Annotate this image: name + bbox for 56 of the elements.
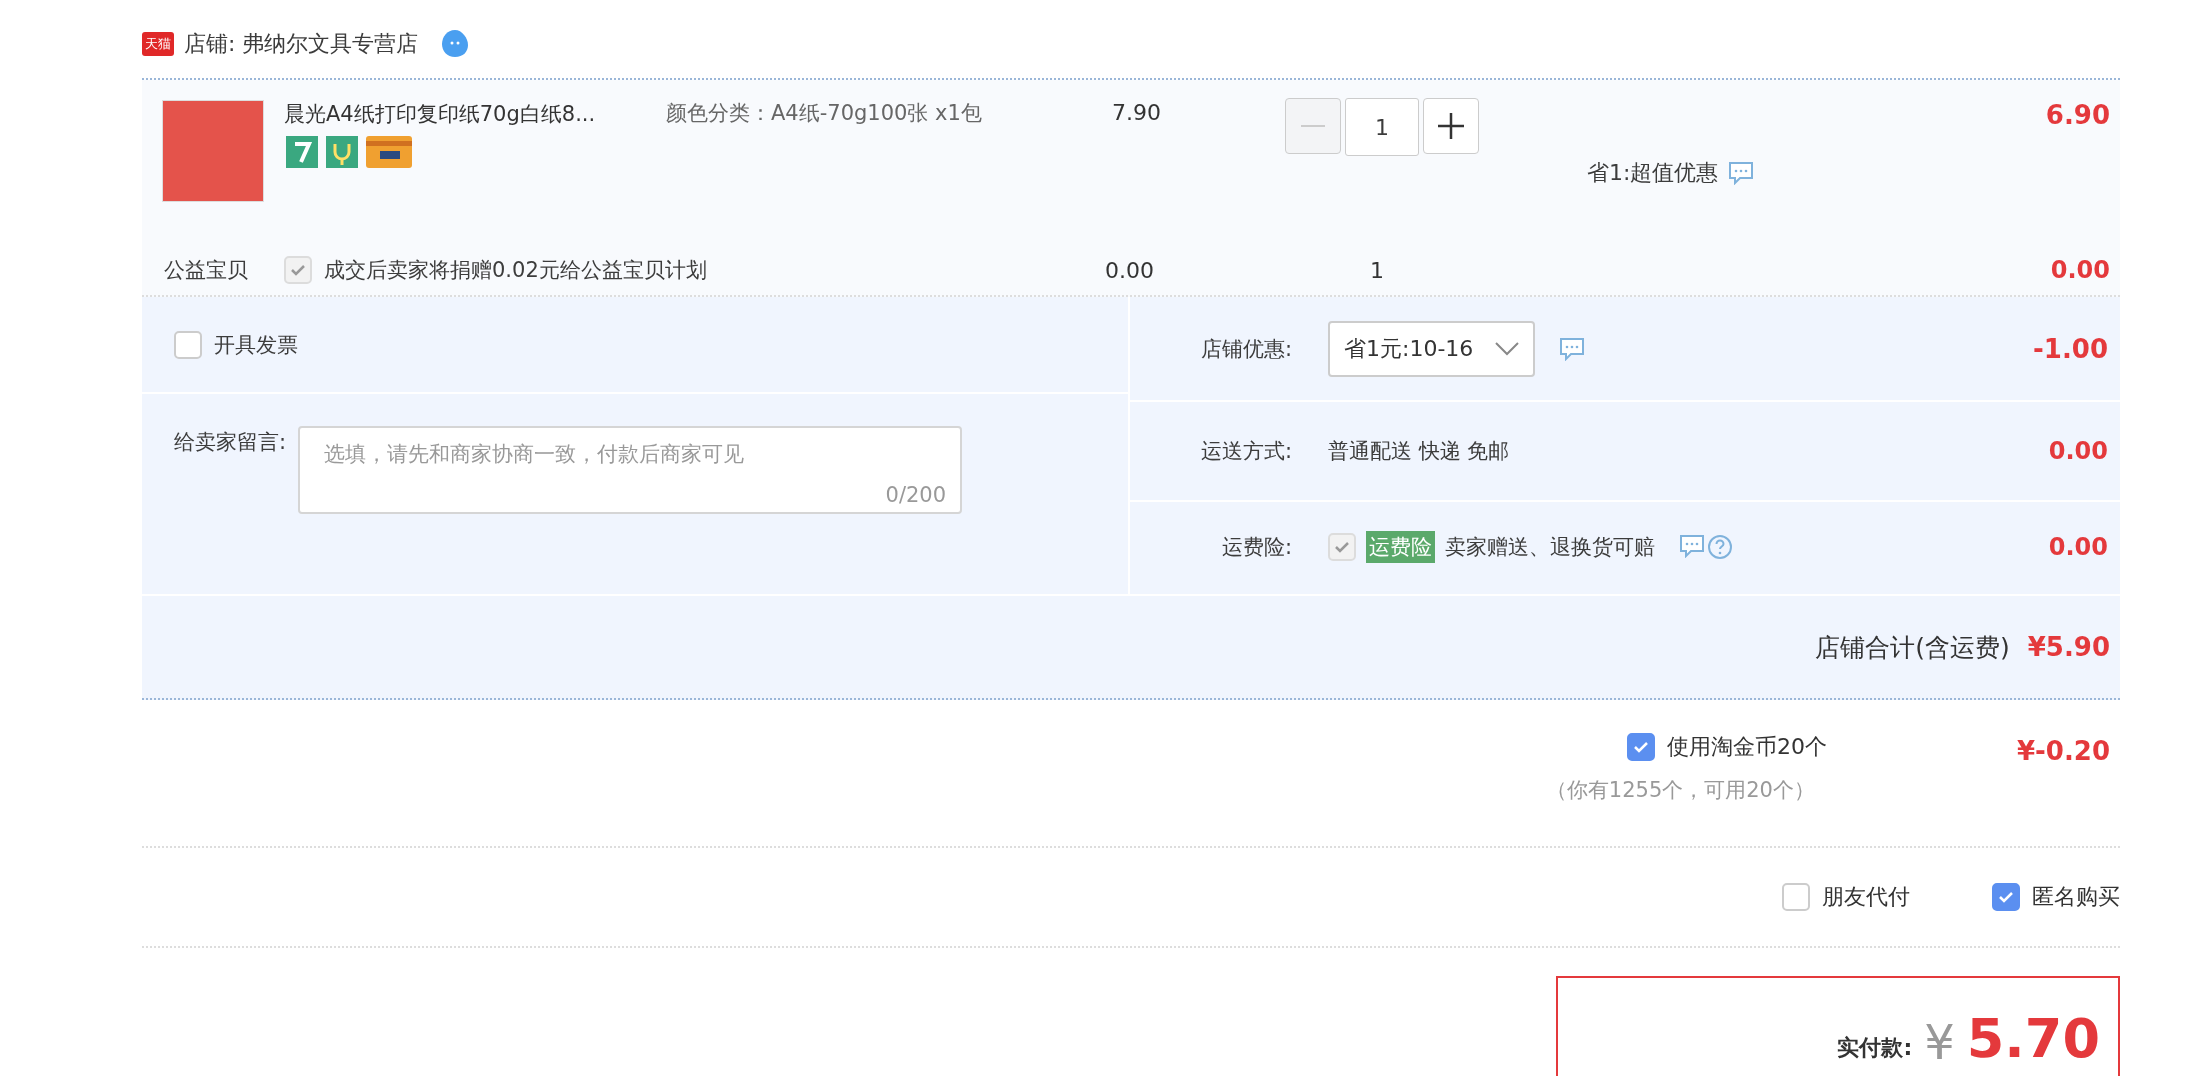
plus-icon <box>1438 113 1464 139</box>
shop-total-label: 店铺合计(含运费) <box>1815 631 2010 664</box>
shipping-amount: 0.00 <box>2048 437 2108 465</box>
payment-amount: 5.70 <box>1966 1010 2100 1068</box>
discount-amount: -1.00 <box>2033 333 2108 364</box>
item-subtotal: 6.90 <box>2045 100 2110 132</box>
currency-symbol: ¥ <box>1924 1016 1955 1068</box>
insurance-label: 运费险: <box>1220 534 1292 561</box>
checkbox[interactable] <box>1626 733 1655 761</box>
insurance-text: 卖家赠送、退换货可赔 <box>1445 534 1655 561</box>
message-label: 给卖家留言: <box>174 429 287 456</box>
shipping-label: 运送方式: <box>1199 438 1292 465</box>
option-label[interactable]: 匿名购买 <box>2032 882 2120 912</box>
charity-subtotal: 0.00 <box>2050 256 2110 284</box>
product-title[interactable]: 晨光A4纸打印复印纸70g白纸8... <box>284 100 596 128</box>
shop-total-amount: ¥5.90 <box>2027 632 2110 662</box>
increase-button[interactable] <box>1423 98 1479 154</box>
help-icon[interactable] <box>1707 534 1733 560</box>
unit-price: 7.90 <box>1112 100 1162 125</box>
chat-icon[interactable] <box>1559 336 1586 361</box>
charity-text: 成交后卖家将捐赠0.02元给公益宝贝计划 <box>324 258 707 282</box>
payment-label: 实付款: <box>1837 1034 1913 1062</box>
checkbox[interactable] <box>1992 883 2020 911</box>
chat-icon[interactable] <box>1679 534 1705 558</box>
minus-icon <box>1301 124 1325 128</box>
sku-text: 颜色分类：A4纸-70g100张 x1包 <box>666 100 983 127</box>
option-label[interactable]: 朋友代付 <box>1822 882 1910 912</box>
quantity-field[interactable]: 1 <box>1345 98 1419 156</box>
photo-placeholder[interactable] <box>162 100 264 202</box>
chat-icon[interactable] <box>1728 160 1755 185</box>
seven-day-icon <box>286 136 318 168</box>
invoice-label[interactable]: 开具发票 <box>214 330 298 359</box>
checkbox[interactable] <box>174 330 202 359</box>
discount-label: 店铺优惠: <box>1199 335 1292 363</box>
plug-icon <box>326 136 358 168</box>
checkmark-icon <box>1998 891 2014 903</box>
charity-label: 公益宝贝 <box>164 258 248 282</box>
platform-logo: 天猫 <box>142 32 174 56</box>
discount-select[interactable]: 省1元:10-16 <box>1328 320 1536 377</box>
shop-name[interactable]: 店铺: 弗纳尔文具专营店 <box>184 29 419 59</box>
checkmark-icon <box>290 264 306 276</box>
coins-amount: ¥-0.20 <box>2016 736 2110 768</box>
promo-text: 省1:超值优惠 <box>1587 158 1719 187</box>
card-icon <box>366 136 412 168</box>
checkmark-icon <box>1632 741 1649 753</box>
charity-price: 0.00 <box>1105 257 1155 283</box>
coins-note: （你有1255个，可用20个） <box>1545 777 1815 804</box>
checkbox[interactable] <box>1782 883 1810 911</box>
checkmark-icon <box>1334 541 1350 553</box>
insurance-amount: 0.00 <box>2048 533 2108 561</box>
charity-quantity: 1 <box>1370 257 1384 283</box>
coins-label[interactable]: 使用淘金币20个 <box>1666 732 1827 762</box>
insurance-tag: 运费险 <box>1366 531 1435 563</box>
chevron-down-icon <box>1495 341 1520 356</box>
char-counter: 0/200 <box>885 482 947 508</box>
shipping-method: 普通配送 快递 免邮 <box>1328 438 1510 465</box>
